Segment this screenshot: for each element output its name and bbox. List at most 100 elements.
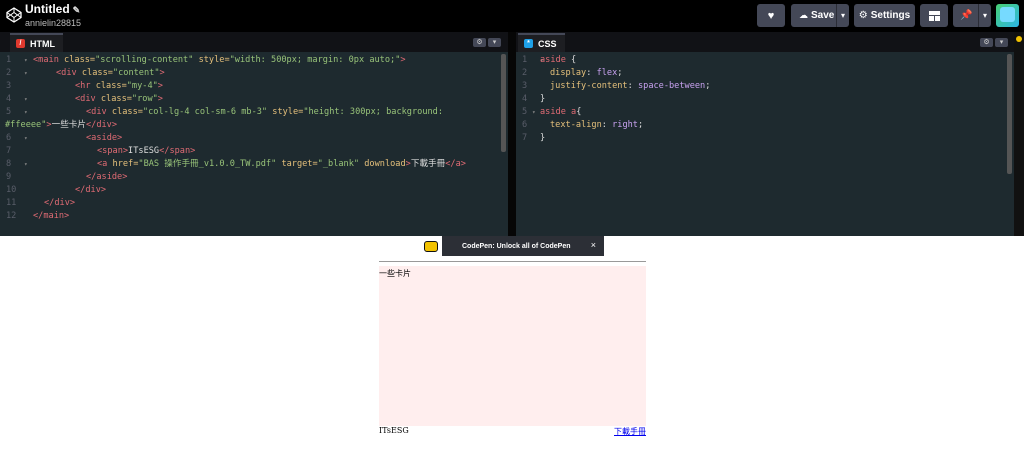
code-line: <aside>	[86, 133, 123, 143]
user-avatar[interactable]	[996, 4, 1019, 27]
fold-arrow-icon[interactable]: ▾	[24, 158, 28, 171]
js-indicator-icon[interactable]	[1016, 36, 1022, 42]
fold-arrow-icon[interactable]: ▾	[24, 132, 28, 145]
right-side-strip	[1014, 32, 1024, 236]
code-line: <hr class="my-4">	[75, 81, 163, 91]
tab-html[interactable]: / HTML	[10, 33, 63, 52]
code-line: </main>	[33, 211, 70, 221]
code-line: aside {	[540, 55, 577, 65]
code-line: <div class="content">	[56, 68, 165, 78]
line-number: 5	[6, 107, 12, 117]
aside-span-text: ITsESG	[379, 426, 409, 435]
html-editor-scrollbar[interactable]	[501, 54, 506, 152]
codepen-logo-icon[interactable]	[6, 7, 22, 23]
download-manual-link[interactable]: 下載手冊	[614, 426, 646, 440]
line-number: 9	[6, 172, 12, 182]
line-number: 2	[6, 68, 12, 78]
line-number: 4	[522, 94, 528, 104]
code-line: <div class="row">	[75, 94, 163, 104]
pin-icon: 📌	[960, 10, 973, 21]
fold-arrow-icon[interactable]: ▾	[24, 93, 28, 106]
code-line: display: flex;	[550, 68, 623, 78]
line-number: 12	[6, 211, 17, 221]
card-block: 一些卡片	[379, 266, 646, 426]
code-line: <span>ITsESG</span>	[97, 146, 196, 156]
pane-resize-handle[interactable]	[508, 32, 516, 236]
css-collapse-chevron-icon[interactable]: ▾	[995, 38, 1008, 47]
code-line: }	[540, 94, 546, 104]
line-number: 3	[6, 81, 12, 91]
pin-dropdown-caret[interactable]: ▾	[978, 4, 991, 27]
codepen-promo-banner[interactable]: CodePen: Unlock all of CodePen ×	[420, 236, 604, 256]
line-number: 7	[522, 133, 528, 143]
html-code-editor[interactable]: 1 ▾ <main class="scrolling-content" style=…	[0, 52, 508, 236]
heart-button[interactable]: ♥	[757, 4, 785, 27]
cloud-icon: ☁	[799, 10, 808, 20]
pen-title-text[interactable]: Untitled	[25, 2, 70, 16]
code-line: justify-content: space-between;	[550, 81, 711, 91]
line-number: 4	[6, 94, 12, 104]
css-asterisk-icon: *	[524, 39, 533, 48]
fold-arrow-icon[interactable]: ▾	[24, 106, 28, 119]
code-line: }	[540, 133, 546, 143]
pin-button[interactable]: 📌 ▾	[953, 4, 991, 27]
line-number: 10	[6, 185, 17, 195]
pencil-icon[interactable]: ✎	[73, 5, 81, 15]
code-line: <main class="scrolling-content" style="w…	[33, 55, 406, 65]
line-number: 1	[522, 55, 528, 65]
author-name[interactable]: annielin28815	[25, 18, 81, 28]
save-button[interactable]: ☁ Save ▾	[791, 4, 849, 27]
tab-css-label: CSS	[538, 38, 557, 49]
line-number: 11	[6, 198, 17, 208]
code-line: <div class="col-lg-4 col-sm-6 mb-3" styl…	[86, 107, 444, 117]
promo-text[interactable]: CodePen: Unlock all of CodePen	[462, 243, 571, 250]
line-number: 7	[6, 146, 12, 156]
code-line: <a href="BAS 操作手冊_v1.0.0_TW.pdf" target=…	[97, 159, 466, 169]
line-number: 2	[522, 68, 528, 78]
settings-button-label: Settings	[870, 10, 911, 21]
gear-icon: ⚙	[858, 10, 868, 21]
pen-title[interactable]: Untitled ✎	[25, 3, 81, 17]
line-number: 6	[522, 120, 528, 130]
html-settings-gear-icon[interactable]: ⚙	[473, 38, 486, 47]
tab-html-label: HTML	[30, 38, 55, 49]
code-line: aside a{	[540, 107, 582, 117]
line-number: 3	[522, 81, 528, 91]
line-number: 6	[6, 133, 12, 143]
save-button-label: Save	[811, 10, 835, 21]
fold-arrow-icon[interactable]: ▾	[532, 106, 536, 119]
css-editor-header: * CSS ⚙ ▾	[516, 32, 1014, 52]
promo-logo-icon	[420, 236, 442, 256]
css-code-editor[interactable]: 1 ▾ aside { 2 display: flex; 3 justify-conte…	[516, 52, 1014, 236]
settings-button[interactable]: ⚙ Settings	[854, 4, 915, 27]
tab-css[interactable]: * CSS	[518, 33, 565, 52]
aside-row: ITsESG 下載手冊	[379, 426, 646, 440]
horizontal-rule	[379, 261, 646, 262]
code-line: text-align: right;	[550, 120, 644, 130]
save-dropdown-caret[interactable]: ▾	[836, 4, 849, 27]
code-line: </div>	[75, 185, 107, 195]
html-collapse-chevron-icon[interactable]: ▾	[488, 38, 501, 47]
pen-title-block: Untitled ✎ annielin28815	[25, 3, 81, 29]
editor-area: / HTML ⚙ ▾ 1 ▾ <main class="scrolling-cont…	[0, 32, 1024, 236]
layout-icon	[928, 10, 940, 21]
css-settings-gear-icon[interactable]: ⚙	[980, 38, 993, 47]
fold-arrow-icon[interactable]: ▾	[24, 54, 28, 67]
code-line-wrapped: #ffeeee">一些卡片</div>	[5, 120, 118, 130]
css-editor-scrollbar[interactable]	[1007, 54, 1012, 174]
promo-close-icon[interactable]: ×	[591, 240, 596, 250]
html-slash-icon: /	[16, 39, 25, 48]
html-editor-pane: / HTML ⚙ ▾ 1 ▾ <main class="scrolling-cont…	[0, 32, 508, 236]
top-bar: Untitled ✎ annielin28815 ♥ ☁ Save ▾ ⚙ Set…	[0, 0, 1024, 32]
heart-icon: ♥	[767, 9, 775, 22]
layout-button[interactable]	[920, 4, 948, 27]
line-number: 8	[6, 159, 12, 169]
fold-arrow-icon[interactable]: ▾	[24, 67, 28, 80]
code-line: </div>	[44, 198, 76, 208]
card-text: 一些卡片	[379, 269, 411, 278]
line-number: 1	[6, 55, 12, 65]
preview-pane: CodePen: Unlock all of CodePen × 一些卡片 IT…	[0, 236, 1024, 470]
html-editor-header: / HTML ⚙ ▾	[0, 32, 508, 52]
code-line: </aside>	[86, 172, 128, 182]
css-editor-pane: * CSS ⚙ ▾ 1 ▾ aside { 2 display: flex; 3 jus…	[516, 32, 1014, 236]
